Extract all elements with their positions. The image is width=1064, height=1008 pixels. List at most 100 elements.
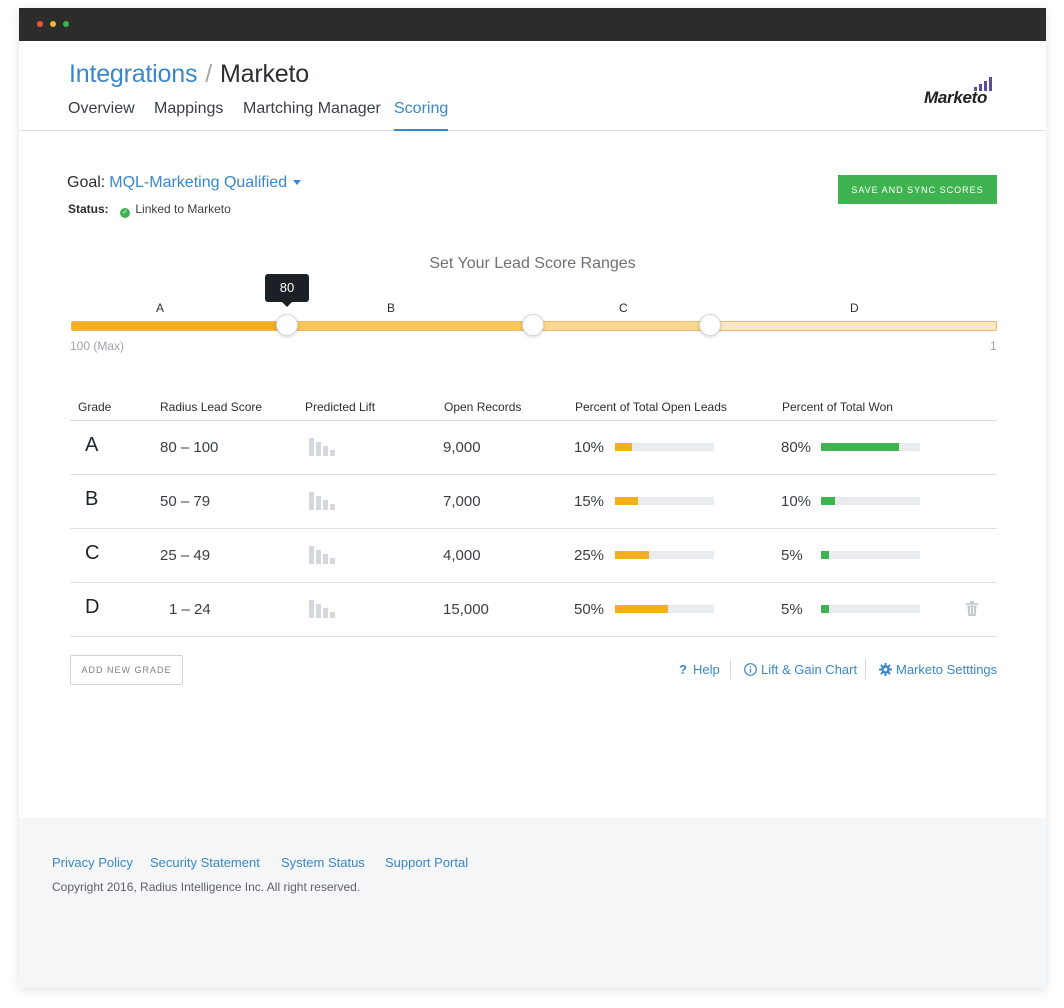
tab-overview[interactable]: Overview [68,100,135,131]
score-range-cell: 25 – 49 [160,547,211,564]
table-row[interactable]: A 80 – 100 9,000 10% 80% [70,421,997,475]
predicted-lift-icon[interactable] [309,492,337,510]
open-leads-bar [615,443,714,451]
total-won-percent: 5% [781,601,803,618]
open-leads-percent: 50% [574,601,605,618]
total-won-bar [821,551,920,559]
open-records-cell: 4,000 [443,547,481,564]
range-grade-c-label: C [619,301,628,315]
goal-dropdown-value[interactable]: MQL-Marketing Qualified [109,174,287,191]
column-header-lift: Predicted Lift [305,400,376,414]
open-records-cell: 15,000 [443,601,489,618]
range-section-title: Set Your Lead Score Ranges [429,255,636,272]
column-header-score: Radius Lead Score [160,400,263,414]
predicted-lift-icon[interactable] [309,438,337,456]
total-won-bar-fill [821,497,835,505]
open-leads-bar [615,551,714,559]
range-segment-a [72,322,288,330]
open-leads-bar-fill [615,605,669,613]
title-bar [19,8,1046,41]
total-won-bar-fill [821,551,829,559]
open-leads-percent: 25% [574,547,605,564]
table-header: Grade Radius Lead Score Predicted Lift O… [70,396,997,421]
marketo-settings-link[interactable]: Marketo Setttings [879,662,997,677]
table-row[interactable]: C 25 – 49 4,000 25% 5% [70,529,997,583]
total-won-bar [821,497,920,505]
minimize-window-dot[interactable] [50,21,56,27]
slider-handle-b-c[interactable] [522,314,544,336]
open-leads-percent: 10% [574,439,605,456]
total-won-percent: 5% [781,547,803,564]
slider-handle-a-b[interactable] [276,314,298,336]
score-range-cell: 1 – 24 [169,601,211,618]
status-line: Status: ✓ Linked to Marketo [68,202,231,218]
range-grade-a-label: A [156,301,165,315]
gear-icon [879,663,892,676]
question-mark-icon: ? [679,662,687,677]
total-won-bar [821,443,920,451]
lift-gain-chart-label: Lift & Gain Chart [761,662,858,677]
breadcrumb-integrations-link[interactable]: Integrations [69,60,197,88]
slider-value-tooltip: 80 [265,274,309,307]
link-divider [730,659,731,679]
add-new-grade-button[interactable]: Add new grade [70,655,183,685]
footer-link-privacy-policy[interactable]: Privacy Policy [52,855,133,870]
open-leads-percent: 15% [574,493,605,510]
predicted-lift-icon[interactable] [309,546,337,564]
grade-cell: D [85,596,100,618]
trash-icon[interactable] [966,601,978,616]
range-min-label: 1 [990,339,997,353]
range-segment-c [534,322,711,330]
column-header-records: Open Records [444,400,522,414]
range-segment-b [288,322,534,330]
breadcrumb: Integrations / Marketo [69,60,309,89]
page-title: Marketo [220,60,309,88]
footer-link-support-portal[interactable]: Support Portal [385,855,468,870]
goal-selector[interactable]: Goal: MQL-Marketing Qualified [67,174,302,192]
score-range-cell: 50 – 79 [160,493,211,510]
range-grade-d-label: D [850,301,859,315]
table-row[interactable]: D 1 – 24 15,000 50% 5% [70,583,997,637]
total-won-bar [821,605,920,613]
grades-table: Grade Radius Lead Score Predicted Lift O… [70,396,997,637]
grade-cell: A [85,434,99,456]
close-window-dot[interactable] [37,21,43,27]
grade-cell: B [85,488,99,510]
total-won-bar-fill [821,605,829,613]
open-records-cell: 9,000 [443,439,481,456]
open-leads-bar [615,605,714,613]
lift-gain-chart-link[interactable]: Lift & Gain Chart [744,662,857,677]
column-header-total-won: Percent of Total Won [782,400,893,414]
help-link[interactable]: ? Help [679,662,720,677]
range-max-label: 100 (Max) [70,339,125,353]
tab-martching-manager[interactable]: Martching Manager [243,100,381,131]
grade-cell: C [85,542,100,564]
marketo-settings-label: Marketo Setttings [896,662,998,677]
page-footer: Privacy Policy Security Statement System… [19,818,1046,988]
chevron-down-icon[interactable] [293,180,302,186]
score-range-cell: 80 – 100 [160,439,219,456]
total-won-percent: 10% [781,493,812,510]
open-records-cell: 7,000 [443,493,481,510]
footer-link-security-statement[interactable]: Security Statement [150,855,260,870]
status-text: Linked to Marketo [135,202,231,216]
status-label: Status: [68,202,109,216]
app-window: Integrations / Marketo Overview Mappings M… [19,8,1046,988]
open-leads-bar-fill [615,551,649,559]
maximize-window-dot[interactable] [63,21,69,27]
predicted-lift-icon[interactable] [309,600,337,618]
table-row[interactable]: B 50 – 79 7,000 15% 10% [70,475,997,529]
help-link-label: Help [692,662,720,677]
column-header-grade: Grade [78,400,112,414]
footer-link-system-status[interactable]: System Status [281,855,365,870]
page-header: Integrations / Marketo Overview Mappings M… [19,41,1046,131]
info-circle-icon [744,663,757,676]
copyright-text: Copyright 2016, Radius Intelligence Inc.… [52,880,361,894]
save-and-sync-scores-button[interactable]: Save and sync scores [838,175,997,204]
range-segment-d [711,322,996,330]
tab-mappings[interactable]: Mappings [154,100,223,131]
total-won-percent: 80% [781,439,812,456]
marketo-wordmark: Marketo [924,88,988,107]
slider-handle-c-d[interactable] [699,314,721,336]
tab-scoring[interactable]: Scoring [394,100,449,131]
